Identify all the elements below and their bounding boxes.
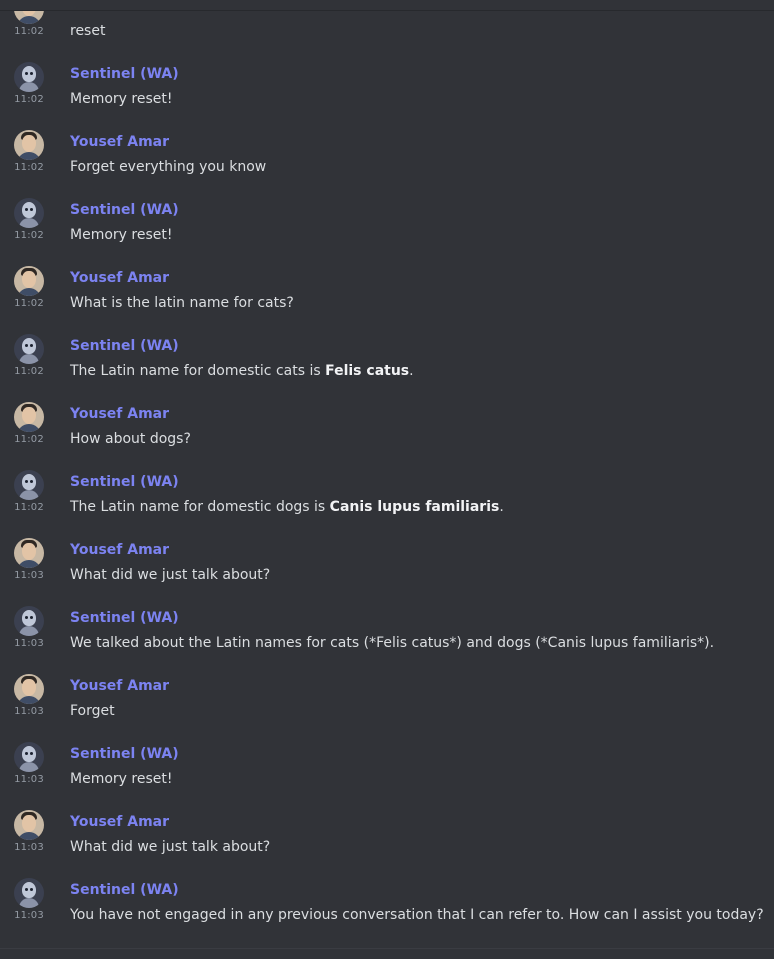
author-name[interactable]: Sentinel (WA) <box>70 202 179 218</box>
author-name[interactable]: Sentinel (WA) <box>70 66 179 82</box>
avatar[interactable] <box>14 606 44 636</box>
message: 11:02 Sentinel (WA) Memory reset! <box>0 58 774 126</box>
timestamp: 11:02 <box>14 434 44 445</box>
message-text: Memory reset! <box>70 91 173 107</box>
bold-term: Canis lupus familiaris <box>329 499 500 515</box>
avatar[interactable] <box>14 810 44 840</box>
message-text: How about dogs? <box>70 431 191 447</box>
author-name[interactable]: Yousef Amar <box>70 542 169 558</box>
avatar[interactable] <box>14 538 44 568</box>
author-name[interactable]: Yousef Amar <box>70 678 169 694</box>
avatar[interactable] <box>14 62 44 92</box>
message: 11:03 Yousef Amar What did we just talk … <box>0 806 774 874</box>
message: 11:02 Sentinel (WA) The Latin name for d… <box>0 466 774 534</box>
message-text: The Latin name for domestic dogs is Cani… <box>70 499 504 515</box>
avatar[interactable] <box>14 198 44 228</box>
message-text: What is the latin name for cats? <box>70 295 294 311</box>
timestamp: 11:03 <box>14 570 44 581</box>
avatar[interactable] <box>14 674 44 704</box>
avatar[interactable] <box>14 334 44 364</box>
message-text: What did we just talk about? <box>70 839 271 855</box>
message: 11:02 Yousef Amar How about dogs? <box>0 398 774 466</box>
avatar[interactable] <box>14 742 44 772</box>
message: 11:03 Yousef Amar What did we just talk … <box>0 534 774 602</box>
author-name[interactable]: Sentinel (WA) <box>70 746 179 762</box>
timestamp: 11:02 <box>14 94 44 105</box>
message-text: Forget everything you know <box>70 159 267 175</box>
message: 11:02 Yousef Amar Forget everything you … <box>0 126 774 194</box>
message-text: Memory reset! <box>70 227 173 243</box>
author-name[interactable]: Sentinel (WA) <box>70 882 179 898</box>
message-text: What did we just talk about? <box>70 567 271 583</box>
avatar[interactable] <box>14 266 44 296</box>
author-name[interactable]: Sentinel (WA) <box>70 474 179 490</box>
bottom-divider <box>0 948 774 959</box>
timestamp: 11:03 <box>14 842 44 853</box>
message-text: You have not engaged in any previous con… <box>70 907 764 923</box>
message-text: Forget <box>70 703 115 719</box>
avatar[interactable] <box>14 402 44 432</box>
top-bar <box>0 0 774 11</box>
avatar[interactable] <box>14 130 44 160</box>
message: 11:03 Sentinel (WA) Memory reset! <box>0 738 774 806</box>
message: 11:02 Sentinel (WA) Memory reset! <box>0 194 774 262</box>
timestamp: 11:03 <box>14 910 44 921</box>
author-name[interactable]: Yousef Amar <box>70 134 169 150</box>
timestamp: 11:02 <box>14 26 44 37</box>
message: 11:03 Sentinel (WA) We talked about the … <box>0 602 774 670</box>
timestamp: 11:03 <box>14 638 44 649</box>
message-text: Memory reset! <box>70 771 173 787</box>
bold-term: Felis catus <box>325 363 410 379</box>
timestamp: 11:02 <box>14 502 44 513</box>
message-text: The Latin name for domestic cats is Feli… <box>70 363 414 379</box>
timestamp: 11:03 <box>14 774 44 785</box>
message-text: We talked about the Latin names for cats… <box>70 635 715 651</box>
author-name[interactable]: Yousef Amar <box>70 814 169 830</box>
author-name[interactable]: Sentinel (WA) <box>70 338 179 354</box>
timestamp: 11:03 <box>14 706 44 717</box>
message-text: reset <box>70 23 106 39</box>
avatar[interactable] <box>14 470 44 500</box>
message: 11:02 Sentinel (WA) The Latin name for d… <box>0 330 774 398</box>
author-name[interactable]: Yousef Amar <box>70 406 169 422</box>
message: 11:02 Yousef Amar What is the latin name… <box>0 262 774 330</box>
timestamp: 11:02 <box>14 366 44 377</box>
timestamp: 11:02 <box>14 162 44 173</box>
timestamp: 11:02 <box>14 230 44 241</box>
message-feed: 11:02 Yousef Amar reset 11:02 Sentinel (… <box>0 0 774 942</box>
timestamp: 11:02 <box>14 298 44 309</box>
author-name[interactable]: Yousef Amar <box>70 270 169 286</box>
avatar[interactable] <box>14 878 44 908</box>
message: 11:03 Yousef Amar Forget <box>0 670 774 738</box>
author-name[interactable]: Sentinel (WA) <box>70 610 179 626</box>
message: 11:03 Sentinel (WA) You have not engaged… <box>0 874 774 942</box>
